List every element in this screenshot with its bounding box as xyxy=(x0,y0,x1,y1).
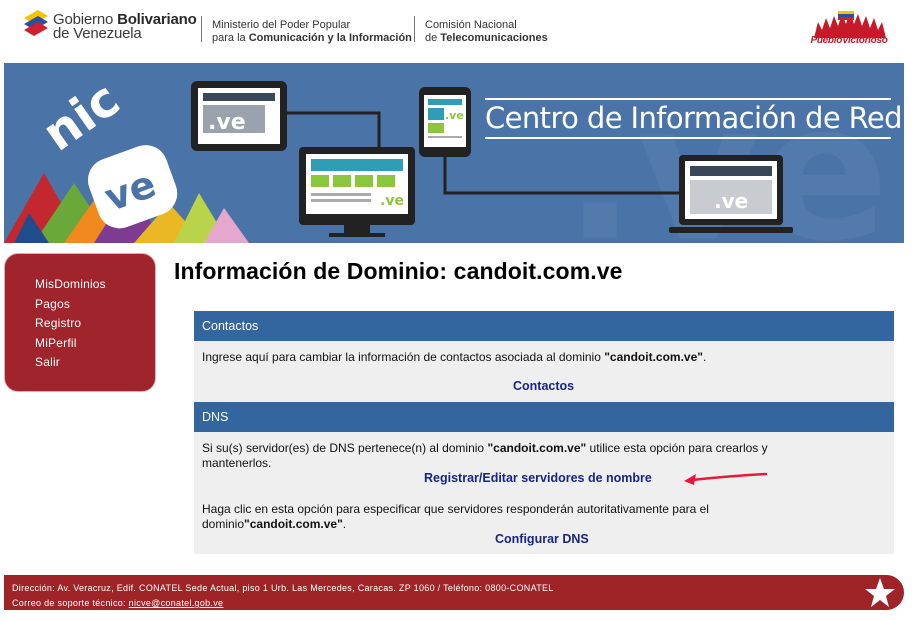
register-nameservers-link[interactable]: Registrar/Editar servidores de nombre xyxy=(424,471,652,486)
footer-address: Dirección: Av. Veracruz, Edif. CONATEL S… xyxy=(12,583,554,593)
sidebar-menu: MisDominios Pagos Registro MiPerfil Sali… xyxy=(4,253,156,392)
svg-text:.ve: .ve xyxy=(445,109,464,122)
configure-dns-link[interactable]: Configurar DNS xyxy=(495,532,589,547)
star-icon xyxy=(865,578,895,607)
header-divider xyxy=(201,16,202,42)
pueblo-victorioso-text: PuebloVictorioso xyxy=(810,35,888,46)
government-header: Gobierno Bolivariano de Venezuela Minist… xyxy=(0,0,913,62)
sidebar-item-salir[interactable]: Salir xyxy=(35,353,155,373)
configure-dns-description: Haga clic en esta opción para especifica… xyxy=(202,502,709,531)
header-divider xyxy=(414,16,415,42)
sidebar-item-registro[interactable]: Registro xyxy=(35,314,155,334)
sidebar-item-miperfil[interactable]: MiPerfil xyxy=(35,334,155,354)
sidebar-item-misdominios[interactable]: MisDominios xyxy=(35,275,155,295)
svg-text:.ve: .ve xyxy=(208,110,246,135)
banner-illustration: .ve nic ve .ve .ve .ve .ve xyxy=(4,63,889,243)
contactos-link[interactable]: Contactos xyxy=(513,379,574,394)
banner-rule-top xyxy=(485,98,891,100)
dns-panel-header: DNS xyxy=(194,402,894,432)
footer-support: Correo de soporte técnico: nicve@conatel… xyxy=(12,598,224,608)
contactos-panel-header: Contactos xyxy=(194,311,894,341)
comision-label: Comisión Nacional de Telecomunicaciones xyxy=(425,19,548,44)
svg-text:.ve: .ve xyxy=(714,189,748,213)
gov-title: Gobierno Bolivariano de Venezuela xyxy=(53,11,197,42)
nic-banner: .ve nic ve .ve .ve .ve .ve Centro de Inf… xyxy=(4,63,904,243)
svg-text:.ve: .ve xyxy=(380,193,404,209)
contactos-panel-body: Ingrese aquí para cambiar la información… xyxy=(194,341,894,402)
nic-logo-text: nic xyxy=(33,71,130,162)
dns-panel-body: Si su(s) servidor(es) de DNS pertenece(n… xyxy=(194,432,894,554)
ministry-label: Ministerio del Poder Popular para la Com… xyxy=(212,19,412,44)
contactos-description: Ingrese aquí para cambiar la información… xyxy=(202,350,707,364)
sidebar-item-pagos[interactable]: Pagos xyxy=(35,295,155,315)
venezuela-shield-logo xyxy=(24,10,48,36)
support-email-link[interactable]: nicve@conatel.gob.ve xyxy=(129,598,224,608)
footer: Dirección: Av. Veracruz, Edif. CONATEL S… xyxy=(4,575,904,610)
page-title: Información de Dominio: candoit.com.ve xyxy=(174,258,623,284)
banner-title: Centro de Información de Red xyxy=(485,101,903,135)
banner-rule-bottom xyxy=(485,137,891,139)
red-arrow-annotation xyxy=(684,472,768,485)
